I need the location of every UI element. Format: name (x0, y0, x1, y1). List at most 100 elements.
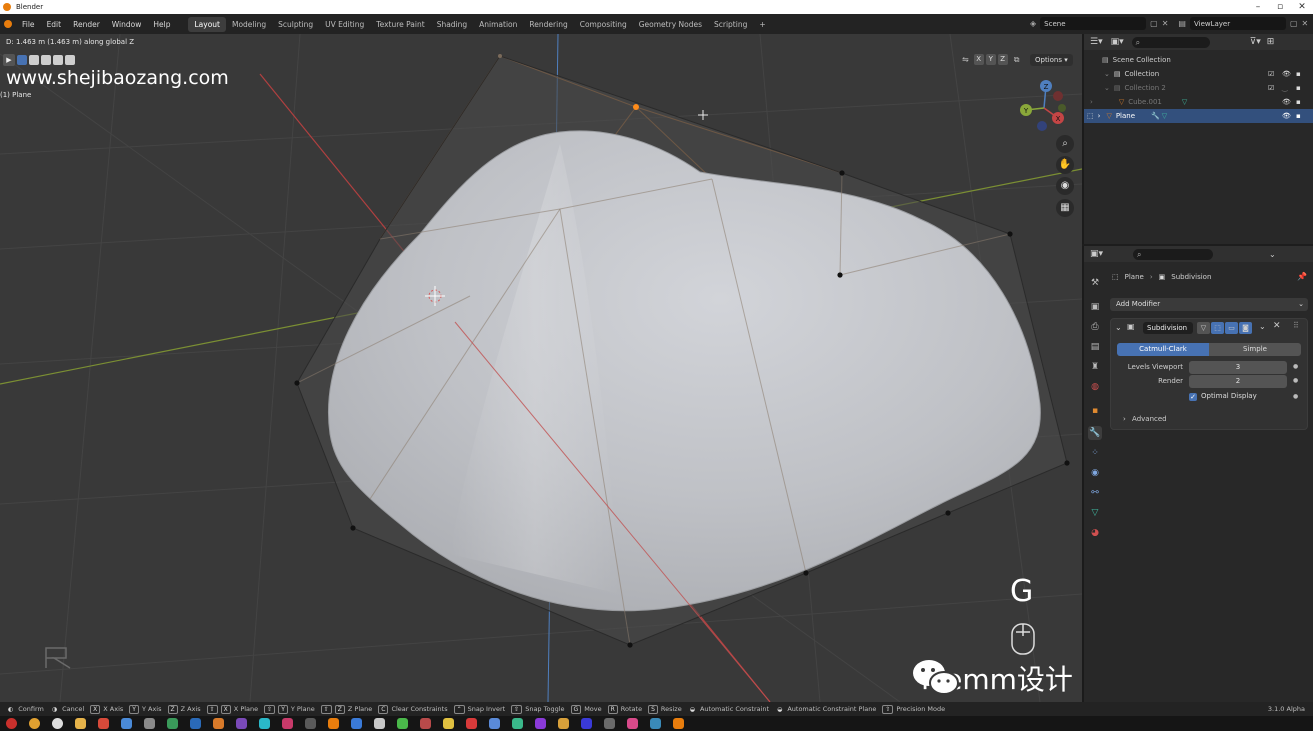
viewport-toggle-icon[interactable]: ▭ (1225, 322, 1238, 334)
taskbar-app-icon[interactable] (351, 718, 362, 729)
tab-scripting[interactable]: Scripting (708, 17, 753, 32)
taskbar-app-icon[interactable] (673, 718, 684, 729)
tab-geometry-nodes[interactable]: Geometry Nodes (633, 17, 708, 32)
tab-rendering[interactable]: Rendering (523, 17, 573, 32)
scene-new-icon[interactable]: ▢ (1150, 19, 1158, 28)
taskbar-app-icon[interactable] (650, 718, 661, 729)
blender-menu-icon[interactable] (4, 20, 12, 28)
tab-physics-icon[interactable]: ◉ (1088, 466, 1102, 480)
menu-window[interactable]: Window (106, 20, 148, 29)
modifier-name-input[interactable]: Subdivision (1143, 322, 1193, 334)
taskbar-app-icon[interactable] (397, 718, 408, 729)
tab-data-icon[interactable]: ▽ (1088, 506, 1102, 520)
taskbar-app-icon[interactable] (489, 718, 500, 729)
editor-type-icon[interactable]: ☰▾ (1090, 37, 1103, 47)
taskbar-app-icon[interactable] (282, 718, 293, 729)
render-camera-icon[interactable]: ▪ (1296, 98, 1301, 106)
tab-world-icon[interactable]: ◍ (1088, 380, 1102, 394)
menu-help[interactable]: Help (147, 20, 176, 29)
outliner-row-collection[interactable]: ⌄ ▤ Collection ☑ 👁 ▪ (1084, 67, 1313, 81)
render-camera-icon[interactable]: ▪ (1296, 112, 1301, 120)
menu-file[interactable]: File (16, 20, 41, 29)
chevron-down-icon[interactable]: ⌄ (1269, 250, 1276, 259)
scene-selector[interactable]: Scene (1040, 17, 1147, 30)
advanced-subpanel[interactable]: › Advanced (1123, 415, 1167, 423)
expand-icon[interactable]: › (1098, 112, 1101, 120)
visibility-eye-icon[interactable]: ‿ (1282, 84, 1288, 92)
view-layer-new-icon[interactable]: ▢ (1290, 19, 1298, 28)
render-levels-field[interactable]: 2 (1189, 375, 1287, 388)
display-mode-icon[interactable]: ▣▾ (1111, 37, 1124, 47)
collapse-icon[interactable]: ⌄ (1115, 323, 1122, 332)
tab-uv-editing[interactable]: UV Editing (319, 17, 370, 32)
taskbar-app-icon[interactable] (604, 718, 615, 729)
minimize-icon[interactable]: – (1247, 0, 1269, 14)
taskbar-app-icon[interactable] (190, 718, 201, 729)
scene-delete-icon[interactable]: ✕ (1162, 19, 1169, 28)
filter-icon[interactable]: ⊽▾ (1250, 37, 1261, 47)
taskbar-app-icon[interactable] (6, 718, 17, 729)
view-layer-selector[interactable]: ViewLayer (1189, 17, 1286, 30)
camera-view-icon[interactable]: ◉ (1056, 177, 1074, 195)
tab-particles-icon[interactable]: ⁘ (1088, 446, 1102, 460)
taskbar-app-icon[interactable] (443, 718, 454, 729)
taskbar-app-icon[interactable] (374, 718, 385, 729)
tab-sculpting[interactable]: Sculpting (272, 17, 319, 32)
taskbar-blender-icon[interactable] (328, 718, 339, 729)
3d-viewport[interactable]: Z Y X D: 1.463 m (1.463 m) along global … (0, 34, 1082, 702)
maximize-icon[interactable]: ▫ (1269, 0, 1291, 14)
menu-render[interactable]: Render (67, 20, 106, 29)
pan-hand-icon[interactable]: ✋ (1056, 156, 1074, 174)
keyframe-dot-icon[interactable]: ● (1293, 393, 1298, 400)
perspective-toggle-icon[interactable]: ▦ (1056, 199, 1074, 217)
on-cage-icon[interactable]: ▽ (1197, 322, 1210, 334)
taskbar-folder-icon[interactable] (75, 718, 86, 729)
remove-modifier-icon[interactable]: ✕ (1273, 321, 1281, 331)
levels-viewport-field[interactable]: 3 (1189, 361, 1287, 374)
render-toggle-icon[interactable]: ◙ (1239, 322, 1252, 334)
tab-modifiers-icon[interactable]: 🔧 (1088, 426, 1102, 440)
taskbar-app-icon[interactable] (305, 718, 316, 729)
keyframe-dot-icon[interactable]: ● (1293, 377, 1298, 384)
taskbar-app-icon[interactable] (167, 718, 178, 729)
outliner-row-scene-collection[interactable]: ▤ Scene Collection (1084, 53, 1313, 67)
taskbar-app-icon[interactable] (466, 718, 477, 729)
axis-x-toggle[interactable]: X (973, 54, 984, 65)
tab-tool-icon[interactable]: ⚒ (1088, 276, 1102, 290)
zoom-icon[interactable]: ⌕ (1056, 135, 1074, 153)
tab-scene-icon[interactable]: ♜ (1088, 360, 1102, 374)
taskbar-app-icon[interactable] (98, 718, 109, 729)
properties-search-input[interactable]: ⌕ (1133, 248, 1214, 260)
menu-edit[interactable]: Edit (41, 20, 68, 29)
taskbar-app-icon[interactable] (420, 718, 431, 729)
edit-mode-icon[interactable]: ⬚ (1087, 112, 1094, 120)
visibility-eye-icon[interactable]: 👁 (1282, 70, 1291, 78)
edit-mode-toggle-icon[interactable]: ⬚ (1211, 322, 1224, 334)
taskbar-app-icon[interactable] (52, 718, 63, 729)
tab-material-icon[interactable]: ◕ (1088, 526, 1102, 540)
tab-constraints-icon[interactable]: ⚯ (1088, 486, 1102, 500)
taskbar-app-icon[interactable] (627, 718, 638, 729)
render-camera-icon[interactable]: ▪ (1296, 70, 1301, 78)
outliner-search-input[interactable]: ⌕ (1131, 36, 1210, 48)
modifier-menu-icon[interactable]: ⌄ (1259, 322, 1266, 331)
visibility-eye-icon[interactable]: 👁 (1282, 98, 1291, 106)
expand-icon[interactable]: › (1090, 98, 1093, 106)
select-mode-new-icon[interactable] (17, 55, 27, 65)
exclude-checkbox[interactable]: ☑ (1268, 70, 1274, 78)
render-camera-icon[interactable]: ▪ (1296, 84, 1301, 92)
tab-shading[interactable]: Shading (431, 17, 473, 32)
taskbar-app-icon[interactable] (236, 718, 247, 729)
keyframe-dot-icon[interactable]: ● (1293, 363, 1298, 370)
close-icon[interactable]: ✕ (1291, 0, 1313, 14)
tab-animation[interactable]: Animation (473, 17, 523, 32)
catmull-clark-button[interactable]: Catmull-Clark (1117, 343, 1209, 356)
taskbar-app-icon[interactable] (512, 718, 523, 729)
exclude-checkbox[interactable]: ☑ (1268, 84, 1274, 92)
taskbar-app-icon[interactable] (535, 718, 546, 729)
expand-icon[interactable]: ⌄ (1104, 84, 1110, 92)
editor-type-icon[interactable]: ▣▾ (1090, 249, 1103, 259)
taskbar-app-icon[interactable] (213, 718, 224, 729)
add-modifier-button[interactable]: Add Modifier ⌄ (1110, 298, 1308, 311)
new-collection-icon[interactable]: ⊞ (1267, 37, 1275, 47)
